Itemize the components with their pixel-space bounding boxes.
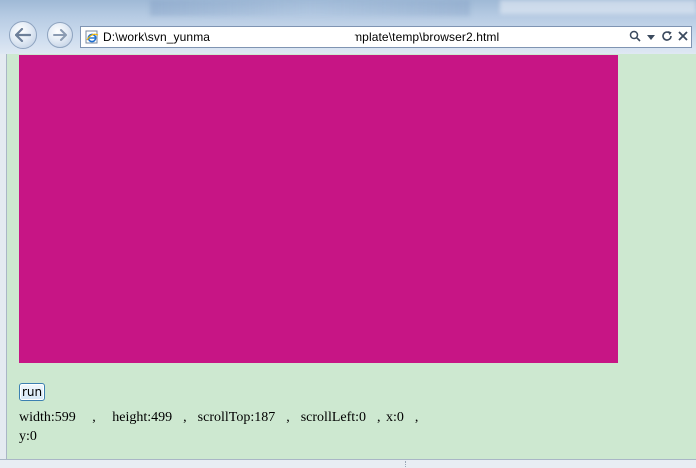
arrow-right-icon	[53, 29, 67, 41]
address-tools	[629, 29, 689, 45]
close-icon[interactable]	[677, 30, 689, 44]
redaction-mask	[213, 29, 355, 45]
page-viewport: run width:599 , height:499 , scrollTop:1…	[6, 54, 696, 459]
run-button[interactable]: run	[19, 383, 46, 401]
ie-page-icon	[85, 30, 99, 44]
refresh-icon[interactable]	[661, 30, 673, 45]
address-prefix: D:\work\svn_yunma	[103, 30, 211, 44]
address-bar[interactable]: D:\work\svn_yunma mplate\temp\browser2.ht…	[80, 26, 692, 48]
back-button[interactable]	[9, 21, 37, 49]
chevron-down-icon[interactable]	[645, 30, 657, 44]
search-icon[interactable]	[629, 30, 641, 45]
stats-output: width:599 , height:499 , scrollTop:187 ,…	[19, 408, 439, 446]
status-bar	[0, 459, 696, 468]
arrow-left-icon	[15, 28, 31, 42]
scroll-box[interactable]	[19, 55, 618, 363]
stats-line-2: y:0	[19, 429, 37, 444]
stats-line: width:599 , height:499 , scrollTop:187 ,…	[19, 410, 419, 425]
forward-button[interactable]	[47, 22, 73, 48]
address-suffix: mplate\temp\browser2.html	[352, 30, 500, 44]
status-bar-divider	[405, 461, 416, 467]
browser-toolbar: D:\work\svn_yunma mplate\temp\browser2.ht…	[0, 0, 696, 54]
blurred-title-area	[500, 0, 696, 14]
blurred-tab-area	[150, 0, 470, 16]
